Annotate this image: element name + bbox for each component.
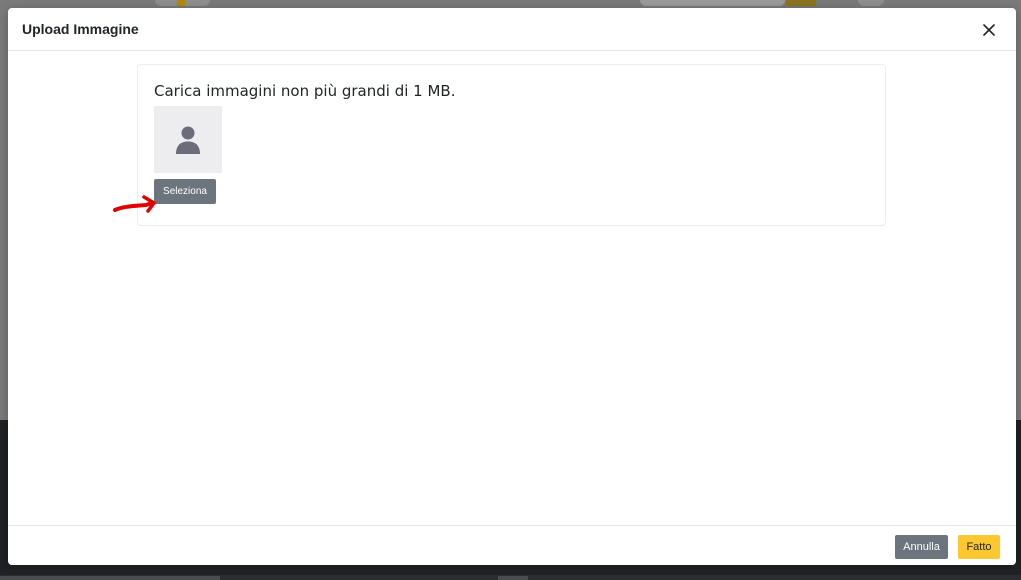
image-preview (154, 106, 222, 173)
red-arrow-annotation (113, 195, 156, 213)
modal-header: Upload Immagine (8, 8, 1016, 51)
user-avatar-icon (176, 126, 200, 154)
background-button-peek (786, 0, 816, 6)
cancel-button[interactable]: Annulla (895, 535, 948, 559)
close-icon (983, 24, 995, 36)
background-logo-peek (155, 0, 210, 6)
background-avatar-peek (858, 0, 884, 6)
modal-title: Upload Immagine (22, 21, 139, 37)
done-button[interactable]: Fatto (958, 535, 1000, 559)
close-button[interactable] (976, 17, 1002, 43)
modal-footer: Annulla Fatto (8, 525, 1016, 565)
upload-size-hint: Carica immagini non più grandi di 1 MB. (154, 82, 456, 100)
upload-image-modal: Upload Immagine Carica immagini non più … (8, 8, 1016, 565)
upload-card: Carica immagini non più grandi di 1 MB. … (137, 64, 886, 226)
background-item-peek (498, 576, 528, 580)
background-bar-peek (0, 576, 220, 580)
background-search-peek (640, 0, 785, 6)
